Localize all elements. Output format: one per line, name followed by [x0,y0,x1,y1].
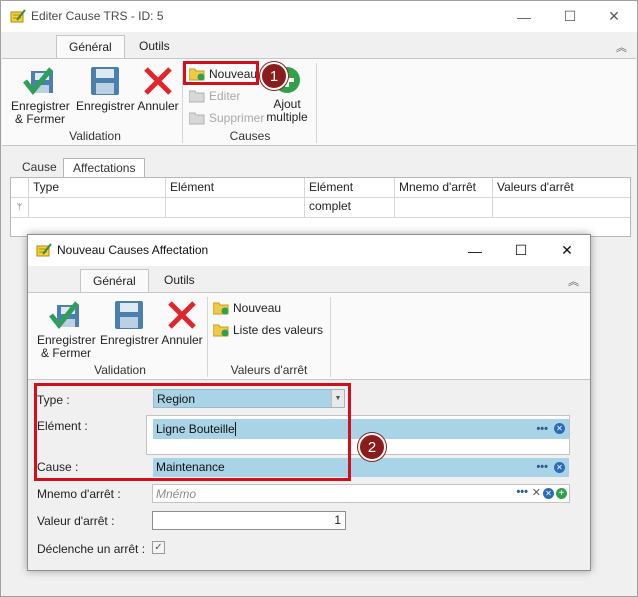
dialog-tab-outils[interactable]: Outils [152,269,207,293]
grid-corner [11,178,29,198]
clear-icon[interactable]: ✕ [543,488,554,499]
ellipsis-icon[interactable]: ••• [536,458,548,476]
dialog-ribbon: Enregistrer & Fermer Enregistrer Annuler… [28,292,590,380]
delete-cause-button[interactable]: Supprimer [189,111,264,125]
title-bar: Editer Cause TRS - ID: 5 — ☐ ✕ [1,1,637,32]
minimize-button[interactable]: — [501,1,547,32]
window-title: Editer Cause TRS - ID: 5 [31,9,164,23]
stop-value-label: Valeur d'arrêt : [37,514,115,528]
dialog-group-label-validation: Validation [94,363,146,377]
save-close-icon [49,301,79,329]
dialog-save-close-button[interactable]: Enregistrer & Fermer [34,299,98,360]
maximize-button[interactable]: ☐ [547,1,593,32]
ribbon: Enregistrer & Fermer Enregistrer Annuler… [2,58,636,146]
dialog-title: Nouveau Causes Affectation [57,243,209,257]
mnemo-input[interactable]: Mnémo ••• ✕ ✕ + [152,484,570,503]
floppy-disk-icon [91,67,119,95]
folder-edit-icon [189,90,205,103]
delete-x-icon[interactable]: ✕ [532,486,541,499]
grid-new-row-cell[interactable] [166,198,305,218]
floppy-disk-icon [115,301,143,329]
clear-icon[interactable]: ✕ [554,423,565,434]
clear-icon[interactable]: ✕ [554,462,565,473]
dialog-collapse-ribbon-icon[interactable]: ︽ [568,273,579,289]
edit-cause-button[interactable]: Editer [189,89,240,103]
ribbon-separator [330,297,331,377]
grid-header-mnemo[interactable]: Mnemo d'arrêt [395,178,493,198]
dialog-minimize-button[interactable]: — [452,235,498,266]
dialog-cancel-button[interactable]: Annuler [159,299,205,347]
add-icon[interactable]: + [556,488,567,499]
trigger-stop-checkbox[interactable]: ✓ [152,541,165,554]
highlight-box-new [183,61,259,85]
red-cross-icon [168,301,196,329]
save-close-button[interactable]: Enregistrer & Fermer [8,65,72,126]
save-button[interactable]: Enregistrer [76,65,135,113]
group-label-validation: Validation [69,129,121,143]
dialog-save-button[interactable]: Enregistrer [100,299,159,347]
affectations-grid: Type Elément Elément complet Mnemo d'arr… [10,177,631,237]
mnemo-label: Mnemo d'arrêt : [37,487,121,501]
step-badge-2: 2 [358,433,386,461]
grid-new-row-cell[interactable] [29,198,166,218]
dialog-new-cause-affectation: Nouveau Causes Affectation — ☐ ✕ Général… [27,234,591,571]
dialog-close-button[interactable]: ✕ [544,235,590,266]
grid-header-type[interactable]: Type [29,178,166,198]
tab-affectations[interactable]: Affectations [63,158,146,177]
highlight-box-form [34,383,351,481]
close-button[interactable]: ✕ [591,1,637,32]
tab-cause[interactable]: Cause [13,158,66,177]
trigger-stop-label: Déclenche un arrêt : [37,542,146,556]
folder-add-icon [213,302,229,315]
folder-list-icon [213,324,229,337]
dialog-tab-general[interactable]: Général [80,269,149,293]
tab-general[interactable]: Général [56,35,125,59]
grid-header-element[interactable]: Elément [166,178,305,198]
group-label-causes: Causes [229,129,271,143]
folder-delete-icon [189,112,205,125]
ribbon-separator [316,63,317,143]
grid-new-row-cell[interactable] [493,198,630,218]
save-close-icon [23,67,53,95]
dialog-group-label-stop-values: Valeurs d'arrêt [230,363,308,377]
cancel-button[interactable]: Annuler [135,65,181,113]
grid-header-stop-values[interactable]: Valeurs d'arrêt [493,178,630,198]
edit-notepad-icon [10,9,26,23]
grid-header-full-element[interactable]: Elément complet [305,178,395,213]
stop-value-input[interactable]: 1 [152,511,346,530]
new-stop-value-button[interactable]: Nouveau [213,301,281,315]
edit-notepad-icon [36,243,52,257]
ellipsis-icon[interactable]: ••• [536,419,548,439]
step-badge-1: 1 [260,62,288,90]
ellipsis-icon[interactable]: ••• [516,486,528,498]
dialog-maximize-button[interactable]: ☐ [498,235,544,266]
red-cross-icon [144,67,172,95]
stop-values-list-button[interactable]: Liste des valeurs [213,323,323,337]
dialog-title-bar: Nouveau Causes Affectation — ☐ ✕ [28,235,590,266]
collapse-ribbon-icon[interactable]: ︽ [616,39,627,55]
grid-new-row-cell[interactable] [395,198,493,218]
grid-new-row-cell[interactable] [305,198,395,218]
tab-outils[interactable]: Outils [127,35,182,59]
new-row-indicator-icon: ᛘ [11,198,29,218]
